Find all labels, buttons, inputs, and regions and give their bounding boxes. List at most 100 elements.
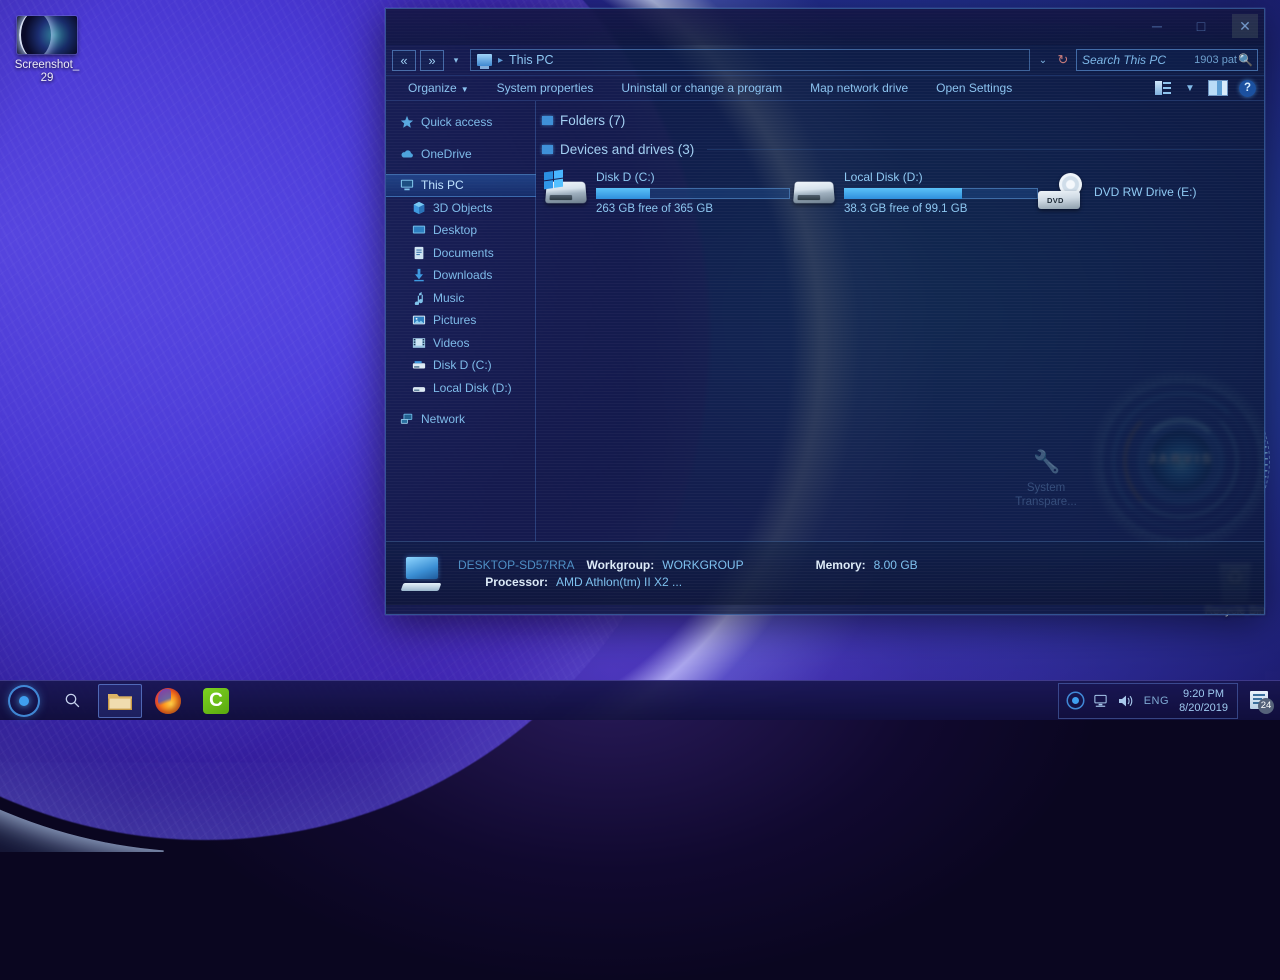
refresh-icon[interactable]: ↻ [1054, 52, 1072, 68]
sidebar-item-onedrive[interactable]: OneDrive [386, 143, 536, 166]
view-chevron-down-icon[interactable]: ▼ [1183, 83, 1197, 94]
toolbar-organize[interactable]: Organize▼ [394, 81, 483, 95]
sidebar-item-quick-access[interactable]: Quick access [386, 111, 536, 134]
group-title: Folders (7) [560, 113, 625, 128]
star-icon [400, 115, 414, 129]
sidebar-label: Desktop [433, 223, 477, 237]
sidebar-item-desktop[interactable]: Desktop [386, 219, 536, 242]
cube-icon [412, 201, 426, 215]
collapse-icon[interactable] [542, 116, 553, 125]
sidebar-item-3d-objects[interactable]: 3D Objects [386, 197, 536, 220]
sidebar-label: Documents [433, 246, 494, 260]
search-value: 1903 pat [1194, 54, 1237, 66]
sidebar-item-videos[interactable]: Videos [386, 332, 536, 355]
theme-watermark: 🔧 System Transpare... [991, 449, 1101, 509]
drive-free-space: 38.3 GB free of 99.1 GB [844, 203, 1038, 215]
command-toolbar: Organize▼ System properties Uninstall or… [386, 75, 1264, 101]
drive-item-disk-c[interactable]: Disk D (C:) 263 GB free of 365 GB [542, 169, 790, 215]
breadcrumb[interactable]: This PC [509, 53, 553, 67]
hard-drive-icon [412, 381, 426, 395]
watermark-line2: Transpare... [991, 495, 1101, 509]
sidebar-label: Local Disk (D:) [433, 381, 512, 395]
computer-name: DESKTOP-SD57RRA [458, 557, 574, 574]
toolbar-uninstall-change-program[interactable]: Uninstall or change a program [607, 81, 796, 95]
address-bar[interactable]: ▸ This PC [470, 49, 1030, 71]
camtasia-icon: C [203, 688, 229, 714]
minimize-button[interactable]: ─ [1144, 14, 1170, 38]
file-explorer-window[interactable]: ─ □ ✕ « » ▾ ▸ This PC ⌄ ↻ Search This PC… [385, 8, 1265, 615]
sidebar-label: Network [421, 412, 465, 426]
taskbar-app-file-explorer[interactable] [96, 681, 144, 721]
network-icon[interactable] [1093, 694, 1108, 708]
taskbar: C ENG 9:20 PM 8/20/2019 24 [0, 680, 1280, 720]
drive-name: DVD RW Drive (E:) [1094, 185, 1196, 199]
toolbar-map-network-drive[interactable]: Map network drive [796, 81, 922, 95]
drive-name: Local Disk (D:) [844, 170, 1038, 184]
desktop-icon-screenshot[interactable]: Screenshot_ 29 [4, 16, 90, 85]
group-devices-and-drives[interactable]: Devices and drives (3) [542, 142, 1264, 157]
dvd-label: DVD [1047, 196, 1064, 205]
toolbar-open-settings[interactable]: Open Settings [922, 81, 1026, 95]
watermark-line1: System [991, 481, 1101, 495]
forward-button[interactable]: » [420, 50, 444, 71]
details-pane: DESKTOP-SD57RRA Workgroup: WORKGROUP Mem… [386, 541, 1264, 605]
sidebar-label: Videos [433, 336, 469, 350]
taskbar-search-button[interactable] [48, 681, 96, 721]
search-input[interactable]: Search This PC 1903 pat 🔍 [1076, 49, 1258, 71]
address-history-caret-icon[interactable]: ⌄ [1036, 55, 1050, 66]
notification-badge: 24 [1258, 698, 1274, 714]
dvd-drive-icon: DVD [1038, 173, 1086, 211]
start-button[interactable] [0, 681, 48, 721]
video-icon [412, 336, 426, 350]
language-indicator[interactable]: ENG [1144, 695, 1169, 707]
volume-icon[interactable] [1118, 694, 1134, 708]
workgroup-value: WORKGROUP [662, 557, 743, 574]
cloud-icon [400, 147, 414, 161]
firefox-icon [155, 688, 181, 714]
group-folders[interactable]: Folders (7) [542, 113, 1264, 128]
sidebar-label: Music [433, 291, 464, 305]
drive-usage-bar [844, 188, 1038, 199]
clock-date: 8/20/2019 [1179, 701, 1228, 715]
drive-item-local-disk-d[interactable]: Local Disk (D:) 38.3 GB free of 99.1 GB [790, 169, 1038, 215]
collapse-icon[interactable] [542, 145, 553, 154]
drive-usage-fill [596, 188, 650, 199]
sidebar-item-disk-c[interactable]: Disk D (C:) [386, 354, 536, 377]
recent-locations-caret-icon[interactable]: ▾ [448, 55, 464, 66]
back-button[interactable]: « [392, 50, 416, 71]
music-note-icon [412, 291, 426, 305]
sidebar-item-local-disk-d[interactable]: Local Disk (D:) [386, 377, 536, 400]
close-button[interactable]: ✕ [1232, 14, 1258, 38]
network-icon [400, 412, 414, 426]
sidebar-item-pictures[interactable]: Pictures [386, 309, 536, 332]
taskbar-app-camtasia[interactable]: C [192, 681, 240, 721]
sidebar-label: Quick access [421, 115, 492, 129]
sidebar-item-documents[interactable]: Documents [386, 242, 536, 265]
sidebar-item-downloads[interactable]: Downloads [386, 264, 536, 287]
preview-pane-icon[interactable] [1209, 81, 1227, 95]
view-options-icon[interactable] [1155, 81, 1171, 95]
drive-item-dvd-rw[interactable]: DVD DVD RW Drive (E:) [1038, 169, 1238, 215]
sidebar-item-music[interactable]: Music [386, 287, 536, 310]
clock[interactable]: 9:20 PM 8/20/2019 [1179, 687, 1228, 715]
title-bar[interactable]: ─ □ ✕ [386, 9, 1264, 45]
search-icon[interactable]: 🔍 [1238, 53, 1253, 67]
wrench-icon: 🔧 [1033, 449, 1059, 475]
toolbar-system-properties[interactable]: System properties [483, 81, 608, 95]
content-pane[interactable]: Folders (7) Devices and drives (3) Disk … [536, 101, 1264, 541]
memory-value: 8.00 GB [874, 557, 918, 574]
taskbar-app-firefox[interactable] [144, 681, 192, 721]
sidebar-item-network[interactable]: Network [386, 408, 536, 431]
hard-drive-icon [790, 169, 836, 207]
sidebar-label: Disk D (C:) [433, 358, 492, 372]
sidebar-label: Downloads [433, 268, 492, 282]
breadcrumb-arrow-icon: ▸ [498, 55, 503, 66]
sidebar-item-this-pc[interactable]: This PC [386, 174, 536, 197]
notification-center-button[interactable]: 24 [1248, 688, 1274, 714]
tray-cortana-icon[interactable] [1068, 693, 1083, 708]
drive-list: Disk D (C:) 263 GB free of 365 GB Local … [542, 169, 1264, 215]
cortana-orb-icon [10, 687, 38, 715]
help-button[interactable]: ? [1239, 80, 1256, 97]
drive-name: Disk D (C:) [596, 170, 790, 184]
maximize-button[interactable]: □ [1188, 14, 1214, 38]
